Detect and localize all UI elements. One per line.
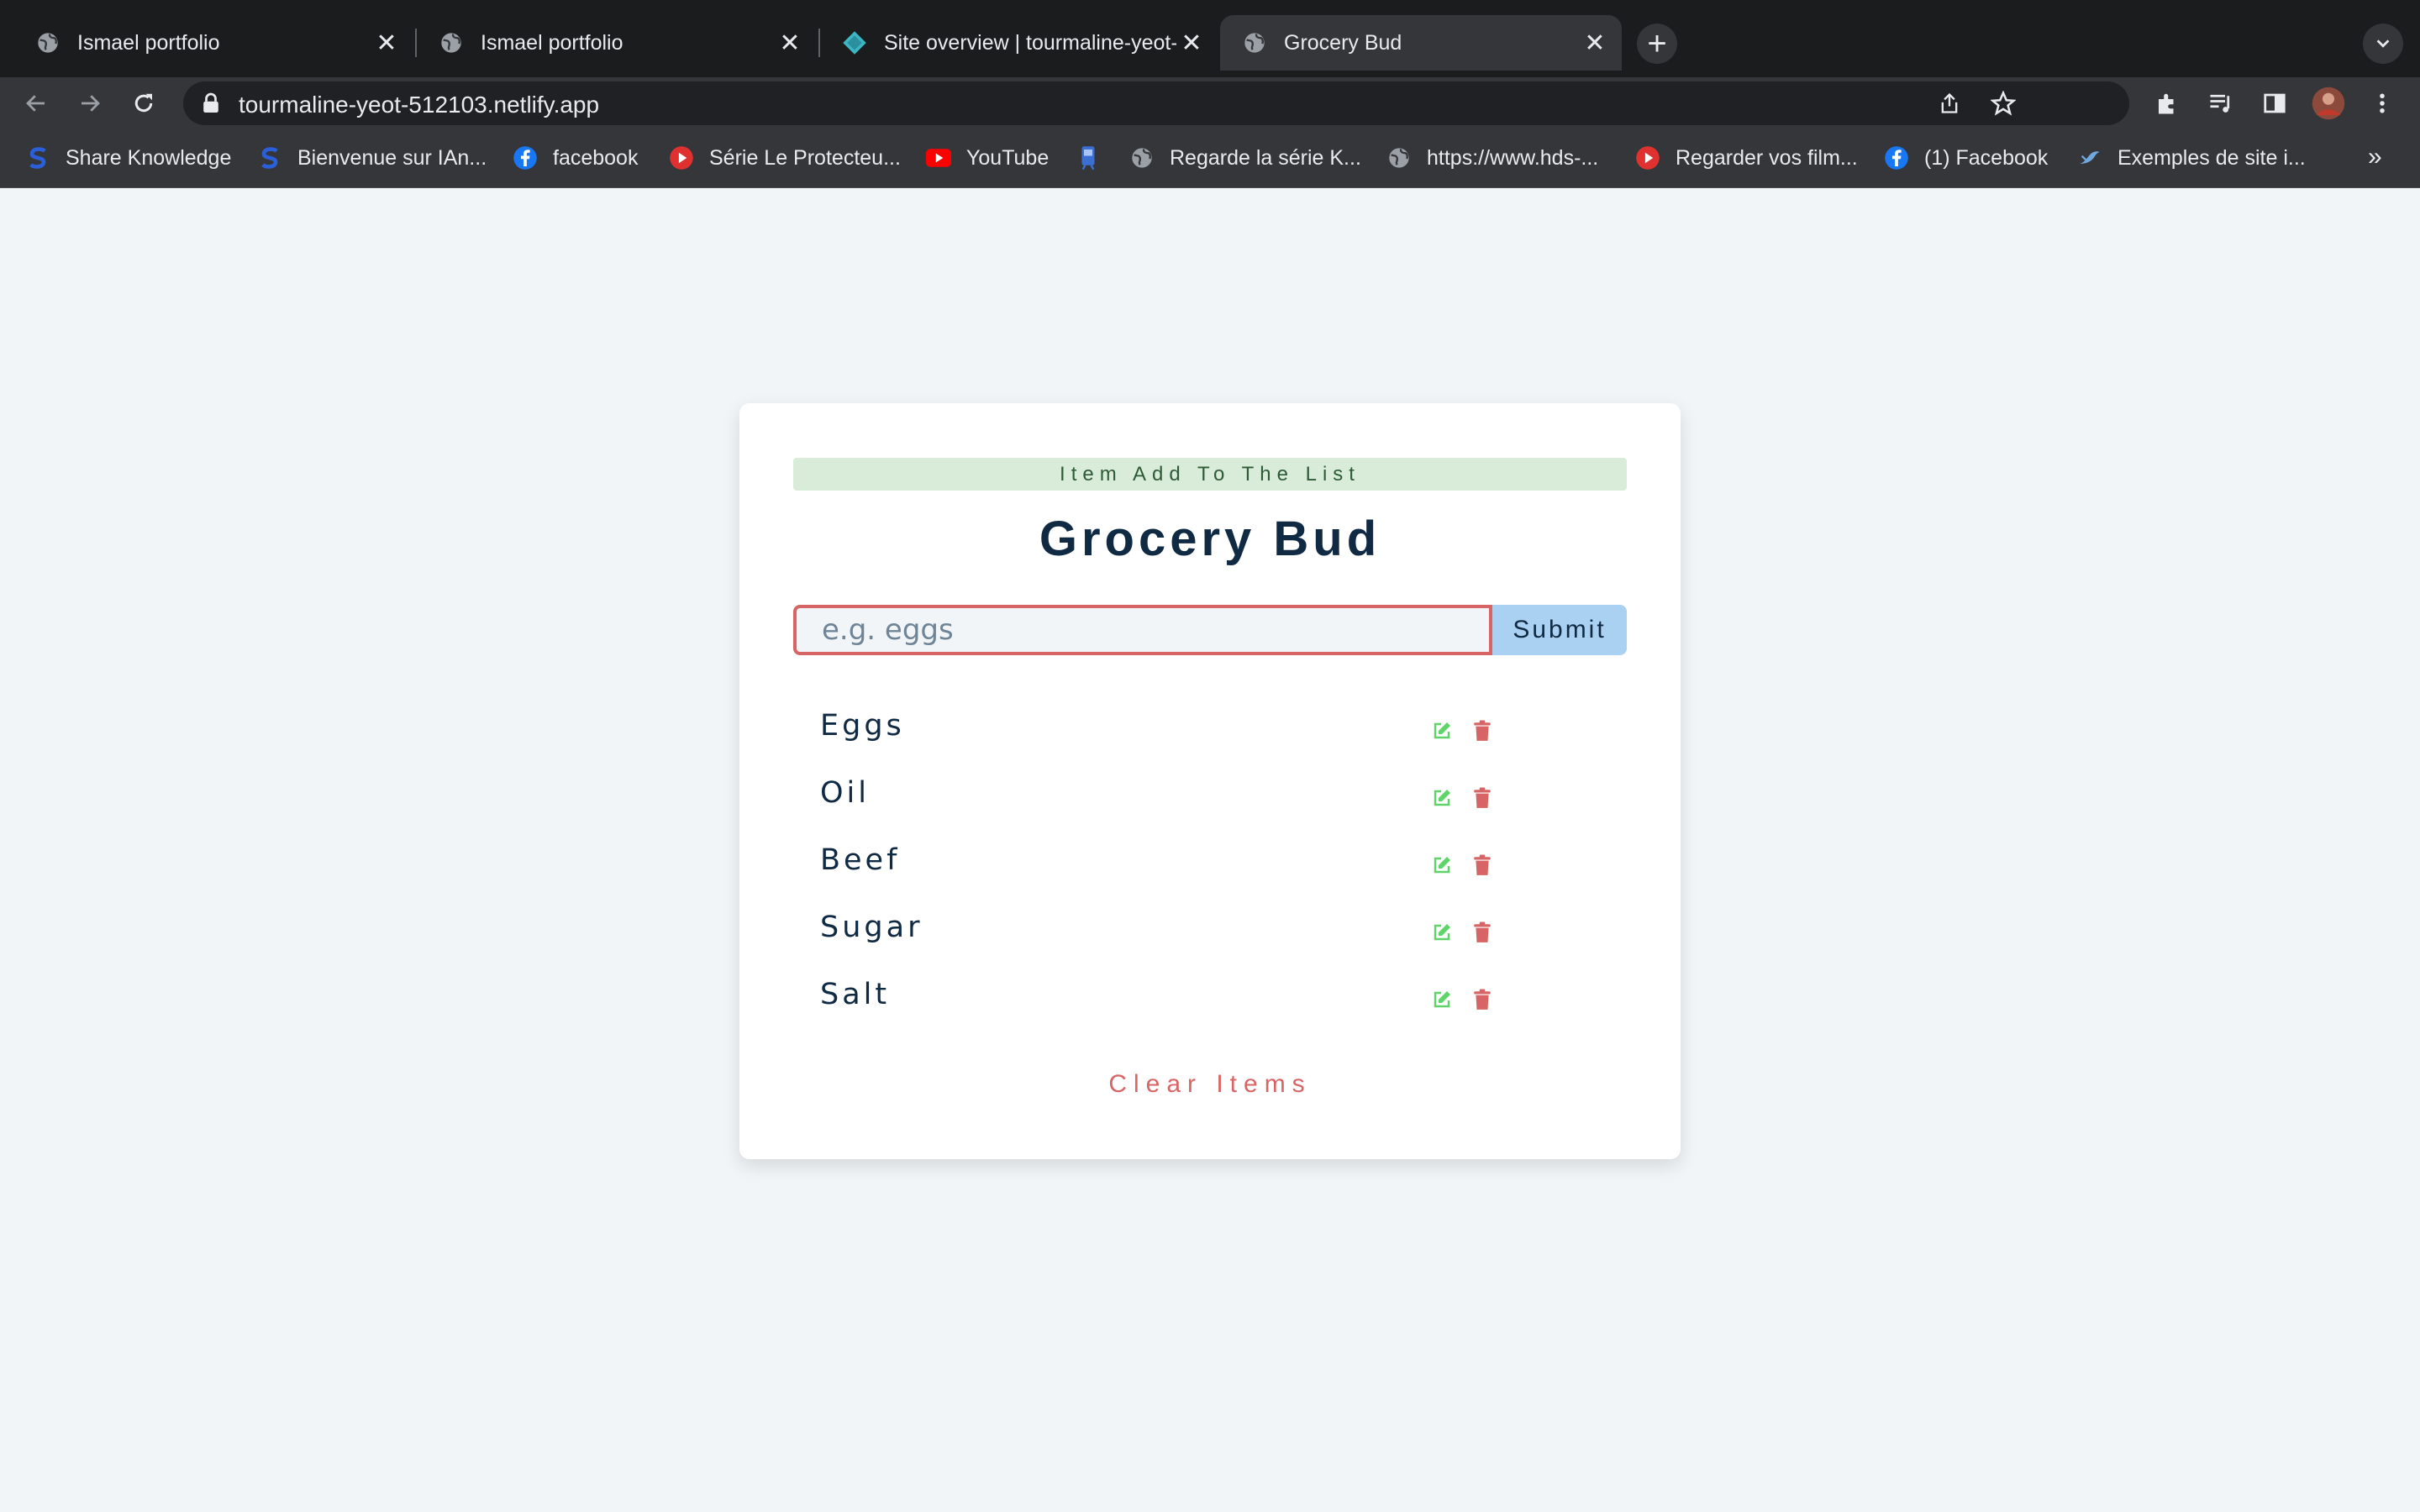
list-item: Sugar — [793, 899, 1627, 966]
share-icon[interactable] — [1936, 90, 1963, 117]
list-item: Beef — [793, 832, 1627, 899]
play-red-icon — [669, 145, 694, 171]
item-name: Salt — [820, 978, 891, 1011]
lock-icon — [202, 92, 220, 119]
grocery-card: Item Add To The List Grocery Bud Submit … — [739, 403, 1681, 1159]
bookmark-label: YouTube — [966, 145, 1050, 170]
media-control-icon[interactable] — [2202, 84, 2240, 123]
close-tab-icon[interactable]: ✕ — [775, 28, 805, 58]
bookmark-label: Regarde la série K... — [1170, 145, 1361, 170]
bookmark-1-facebook[interactable]: (1) Facebook — [1884, 143, 2048, 173]
star-icon[interactable] — [1990, 90, 2017, 117]
facebook-icon — [1884, 145, 1909, 171]
tab-title: Ismael portfolio — [481, 30, 623, 55]
back-button[interactable] — [17, 84, 55, 123]
bookmark-label: facebook — [553, 145, 639, 170]
bookmark-label: Bienvenue sur IAn... — [297, 145, 487, 170]
bookmark-label: https://www.hds-... — [1427, 145, 1599, 170]
close-tab-icon[interactable]: ✕ — [371, 28, 402, 58]
submit-button[interactable]: Submit — [1492, 605, 1627, 655]
s-logo-icon — [257, 145, 282, 171]
url-text: tourmaline-yeot-512103.netlify.app — [239, 92, 600, 118]
tab-site-overview[interactable]: Site overview | tourmaline-yeot-512103 ✕ — [820, 15, 1218, 71]
arrow-left-icon — [26, 95, 45, 112]
edit-icon[interactable] — [1430, 921, 1454, 944]
close-tab-icon[interactable]: ✕ — [1580, 28, 1610, 58]
item-name: Sugar — [820, 911, 923, 944]
forward-button[interactable] — [71, 84, 109, 123]
bookmark-blue-icon — [1076, 145, 1101, 171]
grocery-input[interactable] — [793, 605, 1492, 655]
browser-toolbar: tourmaline-yeot-512103.netlify.app — [0, 77, 2420, 129]
bird-icon — [2077, 145, 2102, 171]
trash-icon[interactable] — [1470, 921, 1494, 944]
bookmark-exemples-site[interactable]: Exemples de site i... — [2077, 143, 2306, 173]
trash-icon[interactable] — [1470, 988, 1494, 1011]
globe-icon — [1386, 145, 1412, 171]
extensions-icon[interactable] — [2148, 84, 2186, 123]
bookmark-hds[interactable]: https://www.hds-... — [1386, 143, 1598, 173]
play-red-icon — [1635, 145, 1660, 171]
tab-search-button[interactable] — [2363, 24, 2403, 64]
facebook-icon — [513, 145, 538, 171]
item-name: Beef — [820, 843, 901, 877]
bookmark-regarder-films[interactable]: Regarder vos film... — [1635, 143, 1858, 173]
bookmarks-bar: Share Knowledge Bienvenue sur IAn... fac… — [0, 129, 2420, 188]
bookmark-facebook[interactable]: facebook — [513, 143, 638, 173]
alert-banner: Item Add To The List — [793, 458, 1627, 491]
page-title: Grocery Bud — [1039, 512, 1381, 566]
bookmark-youtube[interactable]: YouTube — [926, 143, 1049, 173]
youtube-icon — [926, 145, 951, 171]
profile-avatar[interactable] — [2309, 84, 2348, 123]
trash-icon[interactable] — [1470, 786, 1494, 810]
globe-icon — [439, 30, 464, 55]
bookmarks-overflow-button[interactable]: » — [2368, 143, 2382, 171]
chevron-down-icon — [2376, 39, 2390, 48]
bookmark-label: Série Le Protecteu... — [709, 145, 901, 170]
tab-title: Site overview | tourmaline-yeot-512103 — [884, 30, 1176, 55]
tab-ismael-portfolio-2[interactable]: Ismael portfolio ✕ — [417, 15, 817, 71]
trash-icon[interactable] — [1470, 853, 1494, 877]
arrow-right-icon — [82, 95, 100, 112]
item-name: Oil — [820, 776, 870, 810]
tab-grocery-bud[interactable]: Grocery Bud ✕ — [1220, 15, 1622, 71]
globe-icon — [35, 30, 60, 55]
bookmark-bienvenue[interactable]: Bienvenue sur IAn... — [257, 143, 487, 173]
edit-icon[interactable] — [1430, 853, 1454, 877]
edit-icon[interactable] — [1430, 786, 1454, 810]
bookmark-label: Exemples de site i... — [2118, 145, 2306, 170]
tab-strip: Ismael portfolio ✕ Ismael portfolio ✕ Si… — [0, 0, 2420, 77]
edit-icon[interactable] — [1430, 988, 1454, 1011]
list-item: Salt — [793, 966, 1627, 1033]
edit-icon[interactable] — [1430, 719, 1454, 743]
bookmark-regarde-serie[interactable]: Regarde la série K... — [1129, 143, 1361, 173]
bookmark-label: Share Knowledge — [66, 145, 232, 170]
browser-chrome: Ismael portfolio ✕ Ismael portfolio ✕ Si… — [0, 0, 2420, 188]
bookmark-share-knowledge[interactable]: Share Knowledge — [25, 143, 231, 173]
list-item: Eggs — [793, 697, 1627, 764]
clear-items-button[interactable]: Clear Items — [739, 1070, 1681, 1099]
reload-button[interactable] — [124, 84, 163, 123]
grocery-list: Eggs Oil Beef Sugar Salt — [793, 697, 1627, 1033]
address-bar[interactable]: tourmaline-yeot-512103.netlify.app — [183, 81, 2129, 125]
reload-icon — [134, 93, 153, 113]
item-name: Eggs — [820, 709, 905, 743]
side-panel-icon[interactable] — [2255, 84, 2294, 123]
s-logo-icon — [25, 145, 50, 171]
netlify-icon — [842, 30, 867, 55]
bookmark-serie-protecteur[interactable]: Série Le Protecteu... — [669, 143, 901, 173]
tab-title: Ismael portfolio — [77, 30, 220, 55]
trash-icon[interactable] — [1470, 719, 1494, 743]
tab-ismael-portfolio-1[interactable]: Ismael portfolio ✕ — [13, 15, 413, 71]
close-tab-icon[interactable]: ✕ — [1176, 28, 1207, 58]
tab-title: Grocery Bud — [1284, 30, 1402, 55]
bookmark-label: Regarder vos film... — [1676, 145, 1858, 170]
globe-icon — [1242, 30, 1267, 55]
menu-kebab-icon[interactable] — [2363, 84, 2402, 123]
bookmark-label: (1) Facebook — [1924, 145, 2049, 170]
list-item: Oil — [793, 764, 1627, 832]
bookmark-blue-icon-only[interactable] — [1076, 143, 1116, 173]
new-tab-button[interactable]: + — [1637, 24, 1677, 64]
globe-icon — [1129, 145, 1155, 171]
